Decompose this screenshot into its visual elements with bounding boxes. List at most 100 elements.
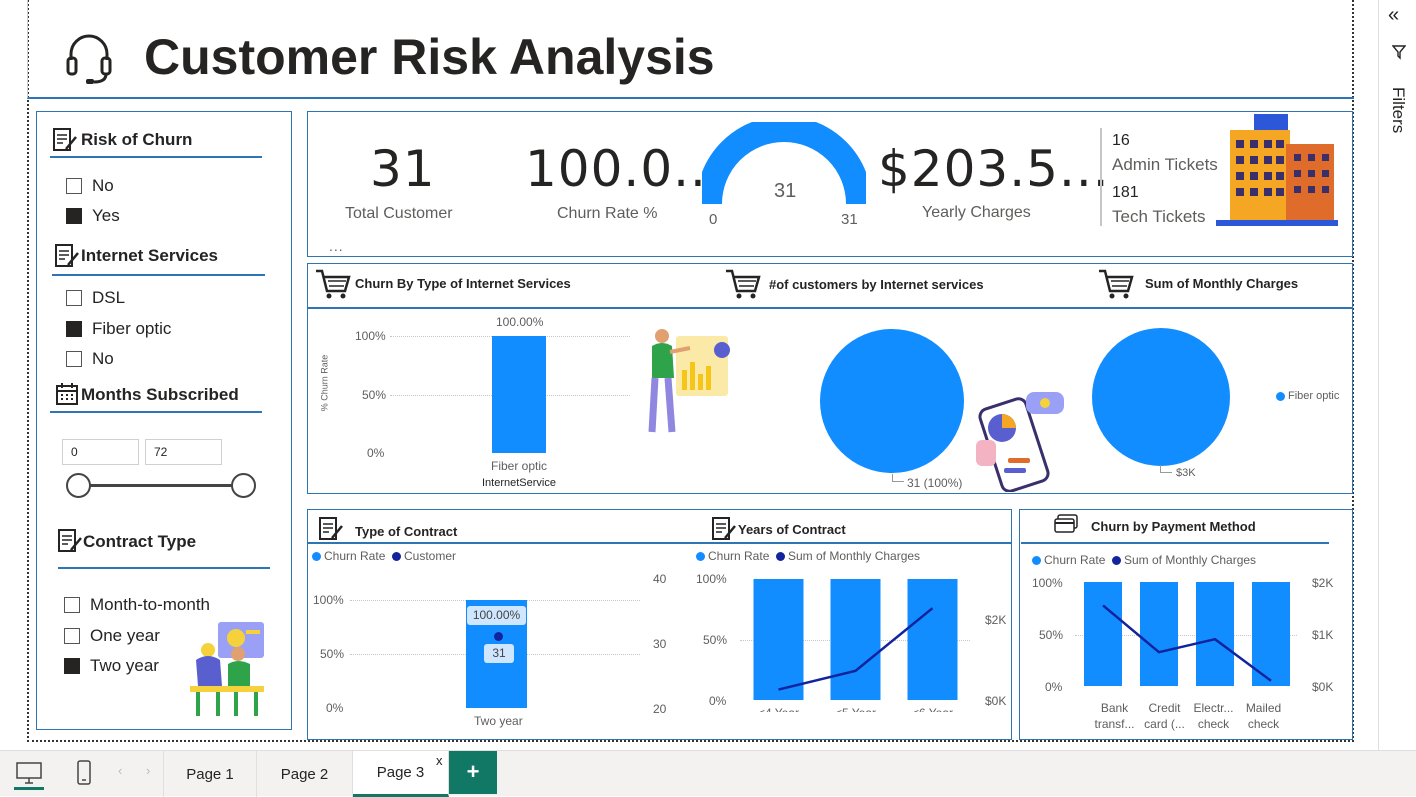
filters-pane-collapsed[interactable]: « Filters (1378, 0, 1416, 750)
slicer-option-two-year[interactable]: Two year (64, 656, 159, 676)
add-page-button[interactable]: + (449, 751, 497, 794)
bar--4-year[interactable] (753, 579, 804, 700)
document-edit-icon (712, 517, 736, 540)
tab-page-2[interactable]: Page 2 (257, 751, 353, 797)
section-divider (50, 411, 262, 413)
gauge-max: 31 (841, 211, 858, 228)
tab-page-3[interactable]: Page 3 (353, 751, 449, 797)
months-max-input[interactable]: 72 (145, 439, 222, 465)
page-title: Customer Risk Analysis (144, 29, 715, 85)
tab-scroll-left-icon[interactable]: ‹ (118, 763, 122, 778)
bar--6-year[interactable] (907, 579, 958, 700)
pie-customers-label: 31 (100%) (907, 476, 963, 490)
months-min-input[interactable]: 0 (62, 439, 139, 465)
line-series-monthly-charges[interactable] (1102, 604, 1272, 682)
slicer-option-one-year[interactable]: One year (64, 626, 160, 646)
y2-tick: 20 (653, 702, 667, 716)
y-tick: 0% (367, 446, 385, 460)
chart-title-customers-internet: #of customers by Internet services (769, 277, 984, 292)
x-tick: Fiber optic (491, 459, 548, 473)
bar--5-year[interactable] (830, 579, 881, 700)
slicer-option-month[interactable]: Month-to-month (64, 595, 210, 615)
gauge-min: 0 (709, 211, 718, 228)
pie-monthly-charges[interactable] (1090, 326, 1232, 468)
kpi-admin-tickets-value: 16 (1112, 132, 1130, 149)
slider-handle-max[interactable] (231, 473, 256, 498)
section-divider (307, 542, 1012, 544)
legend-dot (1276, 391, 1285, 401)
y-tick: 0% (1045, 680, 1063, 694)
bar-bank-transf-[interactable] (1084, 582, 1122, 686)
cart-icon (726, 269, 761, 299)
kpi-divider (1100, 128, 1102, 226)
point-customer[interactable] (494, 632, 503, 641)
expand-chevrons-icon[interactable]: « (1388, 4, 1399, 27)
bar-fiber-optic[interactable] (492, 336, 546, 453)
y2-tick: $0K (1312, 680, 1334, 694)
x-tick: <4 Year (758, 706, 799, 712)
checkbox[interactable] (66, 178, 82, 194)
legend-churn-rate[interactable]: Churn Rate (312, 549, 385, 563)
meeting-illustration (190, 622, 264, 716)
y-tick: 50% (320, 647, 345, 661)
y2-tick: $0K (985, 694, 1007, 708)
mobile-view-icon[interactable] (75, 759, 93, 787)
buildings-illustration (1216, 114, 1338, 226)
slicer-option-dsl[interactable]: DSL (66, 288, 125, 308)
chart-title-years-contract: Years of Contract (738, 522, 846, 537)
checkbox-checked[interactable] (66, 208, 82, 224)
x-tick: Bank transf... (1094, 701, 1135, 731)
desktop-view-icon[interactable] (14, 761, 44, 787)
kpi-total-customer-label: Total Customer (345, 205, 453, 222)
legend-fiber-optic[interactable]: Fiber optic (1276, 390, 1339, 402)
checkbox[interactable] (66, 351, 82, 367)
document-edit-icon (58, 529, 82, 552)
slicer-option-internet-no[interactable]: No (66, 349, 114, 369)
chart-title-monthly-charges: Sum of Monthly Charges (1145, 276, 1299, 291)
active-view-indicator (14, 787, 44, 790)
document-edit-icon (319, 517, 343, 540)
pie-slice-fiber-optic (820, 329, 964, 473)
legend-dot (1032, 555, 1041, 565)
legend-dot (392, 551, 401, 561)
checkbox[interactable] (64, 597, 80, 613)
slicer-option-risk-no[interactable]: No (66, 176, 114, 196)
section-divider (58, 567, 270, 569)
x-tick: Electr... check (1193, 701, 1234, 731)
bar-credit-card-[interactable] (1140, 582, 1178, 686)
kpi-tech-tickets-value: 181 (1112, 184, 1139, 201)
y2-tick: 40 (653, 572, 667, 586)
checkbox-checked[interactable] (66, 321, 82, 337)
checkbox[interactable] (64, 628, 80, 644)
x-tick: <5 Year (835, 706, 876, 712)
slicer-title-contract: Contract Type (83, 532, 197, 551)
legend-dot (312, 551, 321, 561)
y2-tick: 30 (653, 637, 667, 651)
pie-monthly-label: $3K (1176, 467, 1196, 479)
slicer-option-fiber[interactable]: Fiber optic (66, 319, 171, 339)
bar-electr-check[interactable] (1196, 582, 1234, 686)
section-divider (50, 156, 262, 158)
bar-data-label: 100.00% (496, 315, 544, 329)
cart-icon (1099, 269, 1134, 299)
kpi-yearly-charges-label: Yearly Charges (922, 204, 1031, 221)
y2-tick: $2K (985, 613, 1007, 627)
filters-label[interactable]: Filters (1388, 87, 1408, 133)
pie-customers[interactable] (818, 327, 966, 475)
checkbox[interactable] (66, 290, 82, 306)
document-edit-icon (55, 244, 79, 267)
headset-icon (66, 34, 112, 84)
checkbox-checked[interactable] (64, 658, 80, 674)
tab-scroll-right-icon[interactable]: › (146, 763, 150, 778)
slider-handle-min[interactable] (66, 473, 91, 498)
kpi-yearly-charges-value: $203.5... (878, 140, 1110, 198)
slicer-option-risk-yes[interactable]: Yes (66, 206, 120, 226)
close-tab-icon[interactable]: x (436, 753, 443, 768)
credit-card-icon (1054, 514, 1078, 533)
tab-page-1[interactable]: Page 1 (163, 751, 257, 797)
more-options-button[interactable]: ... (329, 238, 344, 254)
legend-customer[interactable]: Customer (392, 549, 456, 563)
chart-title-type-contract: Type of Contract (355, 524, 458, 539)
kpi-tech-tickets-label: Tech Tickets (1112, 207, 1206, 226)
gauge-value: 31 (774, 180, 797, 202)
